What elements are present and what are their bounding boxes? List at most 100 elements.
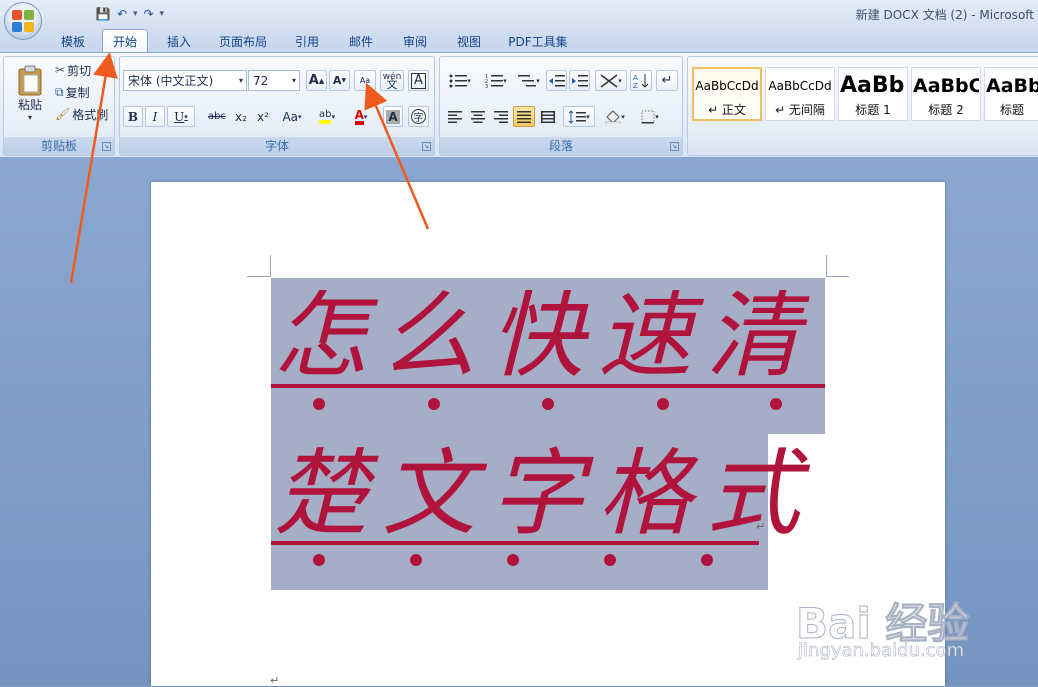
change-case-button[interactable]: Aa ▾ bbox=[277, 106, 307, 127]
redo-icon[interactable]: ↷ bbox=[141, 5, 157, 23]
paint-bucket-icon bbox=[605, 109, 622, 124]
cut-button[interactable]: ✂ 剪切 bbox=[54, 61, 92, 79]
style-normal[interactable]: AaBbCcDd ↵ 正文 bbox=[692, 67, 762, 121]
shrink-font-button[interactable]: A ▼ bbox=[329, 70, 350, 91]
character-border-button[interactable]: A bbox=[408, 70, 429, 91]
line-spacing-icon bbox=[568, 109, 587, 124]
tab-view[interactable]: 视图 bbox=[446, 31, 492, 52]
styles-group: AaBbCcDd ↵ 正文 AaBbCcDd ↵ 无间隔 AaBb 标题 1 A… bbox=[687, 56, 1038, 156]
style-no-spacing-sample: AaBbCcDd bbox=[768, 78, 832, 93]
font-launcher-icon[interactable]: ↘ bbox=[422, 142, 431, 151]
enclose-characters-button[interactable]: 字 bbox=[408, 106, 429, 127]
font-size-select[interactable]: 72 ▾ bbox=[248, 70, 300, 91]
style-heading-1[interactable]: AaBb 标题 1 bbox=[838, 67, 908, 121]
decrease-indent-icon bbox=[548, 74, 565, 86]
svg-text:Z: Z bbox=[633, 82, 638, 89]
office-button[interactable] bbox=[4, 2, 42, 40]
tab-review[interactable]: 审阅 bbox=[392, 31, 438, 52]
subscript-icon: x₂ bbox=[235, 109, 247, 124]
shrink-font-icon: A bbox=[332, 74, 342, 87]
strikethrough-button[interactable]: abc bbox=[205, 106, 229, 127]
align-center-button[interactable] bbox=[467, 106, 488, 127]
shading-button[interactable]: ▾ bbox=[599, 106, 631, 127]
character-shading-button[interactable]: A bbox=[383, 106, 403, 127]
paragraph-mark: ↵ bbox=[270, 674, 280, 687]
subscript-button[interactable]: x₂ bbox=[231, 106, 251, 127]
font-size-value: 72 bbox=[253, 73, 269, 88]
italic-button[interactable]: I bbox=[145, 106, 165, 127]
paragraph-launcher-icon[interactable]: ↘ bbox=[670, 142, 679, 151]
strikethrough-icon: abc bbox=[208, 111, 226, 122]
copy-label: 复制 bbox=[65, 85, 90, 100]
sort-icon: AZ bbox=[633, 73, 649, 89]
line-spacing-button[interactable]: ▾ bbox=[563, 106, 595, 127]
style-no-spacing-name: ↵ 无间隔 bbox=[775, 102, 825, 117]
justify-icon bbox=[517, 110, 531, 123]
font-color-button[interactable]: A ▾ bbox=[346, 106, 376, 127]
numbering-button[interactable]: 1 2 3 ▾ bbox=[480, 70, 512, 91]
clear-formatting-button[interactable]: Aa bbox=[354, 70, 376, 91]
tab-page-layout[interactable]: 页面布局 bbox=[210, 31, 276, 52]
highlight-button[interactable]: ab ▾ bbox=[312, 106, 342, 127]
grow-font-button[interactable]: A ▲ bbox=[306, 70, 327, 91]
character-border-icon: A bbox=[411, 72, 426, 89]
svg-text:A: A bbox=[633, 74, 638, 82]
show-marks-button[interactable]: ↵ bbox=[656, 70, 678, 91]
undo-dropdown-icon[interactable]: ▾ bbox=[133, 9, 138, 19]
multilevel-list-button[interactable]: ▾ bbox=[516, 70, 542, 91]
customize-qat-icon[interactable]: ▾ bbox=[160, 9, 165, 19]
paste-icon bbox=[18, 65, 42, 96]
font-color-icon: A bbox=[354, 109, 364, 125]
format-painter-button[interactable]: 🖌 格式刷 bbox=[54, 105, 109, 123]
phonetic-guide-button[interactable]: wén 文 bbox=[380, 70, 404, 91]
tab-mailings[interactable]: 邮件 bbox=[338, 31, 384, 52]
document-text-line-2[interactable]: 楚文字格式 bbox=[274, 448, 814, 542]
tab-home[interactable]: 开始 bbox=[102, 29, 148, 53]
style-heading-2-name: 标题 2 bbox=[928, 102, 964, 117]
watermark-url: jingyan.baidu.com bbox=[798, 640, 965, 662]
clipboard-launcher-icon[interactable]: ↘ bbox=[102, 142, 111, 151]
tab-template[interactable]: 模板 bbox=[50, 31, 96, 52]
undo-icon[interactable]: ↶ bbox=[114, 5, 130, 23]
crop-mark-left-h bbox=[247, 276, 271, 277]
superscript-button[interactable]: x² bbox=[253, 106, 273, 127]
bullets-button[interactable]: ▾ bbox=[444, 70, 476, 91]
paste-dropdown-icon: ▾ bbox=[27, 113, 32, 122]
format-painter-label: 格式刷 bbox=[72, 107, 109, 122]
distributed-button[interactable] bbox=[537, 106, 558, 127]
clear-formatting-icon: Aa bbox=[359, 76, 371, 85]
bold-icon: B bbox=[127, 109, 139, 124]
baidu-watermark: Bai 经验 jingyan.baidu.com bbox=[795, 570, 1026, 670]
style-normal-name: ↵ 正文 bbox=[708, 102, 746, 117]
emphasis-dot bbox=[657, 398, 669, 410]
bold-button[interactable]: B bbox=[123, 106, 143, 127]
tab-references[interactable]: 引用 bbox=[284, 31, 330, 52]
style-title-name: 标题 bbox=[999, 102, 1024, 117]
paragraph-group-label: 段落 bbox=[440, 137, 682, 155]
style-title[interactable]: AaBb 标题 bbox=[984, 67, 1038, 121]
paste-button[interactable]: 粘贴 ▾ bbox=[10, 61, 50, 125]
justify-button[interactable] bbox=[513, 106, 535, 127]
decrease-indent-button[interactable] bbox=[546, 70, 567, 91]
save-icon[interactable]: 💾 bbox=[95, 5, 111, 23]
style-heading-2[interactable]: AaBbC 标题 2 bbox=[911, 67, 981, 121]
style-heading-1-sample: AaBb bbox=[840, 73, 905, 98]
chinese-layout-button[interactable]: ▾ bbox=[595, 70, 627, 91]
underline-button[interactable]: U ▾ bbox=[167, 106, 195, 127]
sort-button[interactable]: AZ bbox=[630, 70, 652, 91]
borders-icon bbox=[641, 110, 655, 123]
font-name-select[interactable]: 宋体 (中文正文) ▾ bbox=[123, 70, 247, 91]
borders-button[interactable]: ▾ bbox=[635, 106, 665, 127]
copy-button[interactable]: ⧉ 复制 bbox=[54, 83, 91, 101]
document-text-line-1[interactable]: 怎么快速清 bbox=[274, 290, 838, 384]
office-logo-icon bbox=[12, 10, 34, 32]
crop-mark-right-v bbox=[826, 255, 827, 276]
align-right-button[interactable] bbox=[490, 106, 511, 127]
tab-pdf-tools[interactable]: PDF工具集 bbox=[500, 31, 576, 52]
align-left-button[interactable] bbox=[444, 106, 465, 127]
increase-indent-button[interactable] bbox=[569, 70, 590, 91]
distributed-icon bbox=[540, 110, 555, 123]
style-no-spacing[interactable]: AaBbCcDd ↵ 无间隔 bbox=[765, 67, 835, 121]
window-title: 新建 DOCX 文档 (2) - Microsoft bbox=[855, 8, 1034, 22]
tab-insert[interactable]: 插入 bbox=[156, 31, 202, 52]
